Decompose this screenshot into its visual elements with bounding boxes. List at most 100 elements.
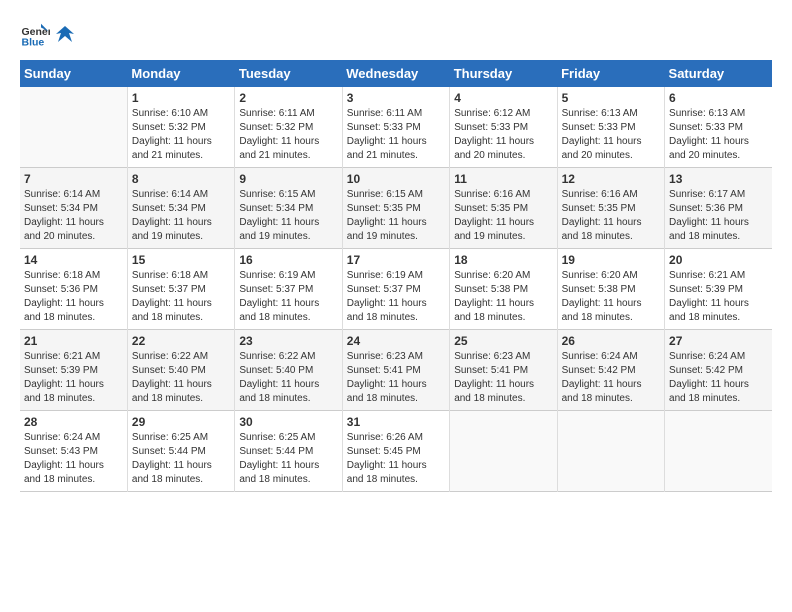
day-number: 5 xyxy=(562,91,660,105)
day-info: Sunrise: 6:15 AMSunset: 5:35 PMDaylight:… xyxy=(347,188,445,244)
day-number: 10 xyxy=(347,172,445,186)
calendar-day-cell: 11 Sunrise: 6:16 AMSunset: 5:35 PMDayligh… xyxy=(450,168,557,249)
day-number: 11 xyxy=(454,172,552,186)
calendar-day-cell: 24 Sunrise: 6:23 AMSunset: 5:41 PMDayligh… xyxy=(342,330,449,411)
day-of-week-header: Friday xyxy=(557,60,664,87)
day-info: Sunrise: 6:10 AMSunset: 5:32 PMDaylight:… xyxy=(132,107,230,163)
day-info: Sunrise: 6:19 AMSunset: 5:37 PMDaylight:… xyxy=(347,269,445,325)
calendar-day-cell: 6Sunrise: 6:13 AMSunset: 5:33 PMDaylight… xyxy=(665,87,772,168)
day-info: Sunrise: 6:26 AMSunset: 5:45 PMDaylight:… xyxy=(347,431,445,487)
calendar-day-cell: 28 Sunrise: 6:24 AMSunset: 5:43 PMDayligh… xyxy=(20,411,127,492)
day-info: Sunrise: 6:11 AMSunset: 5:33 PMDaylight:… xyxy=(347,107,445,163)
day-info: Sunrise: 6:19 AMSunset: 5:37 PMDaylight:… xyxy=(239,269,337,325)
day-info: Sunrise: 6:11 AMSunset: 5:32 PMDaylight:… xyxy=(239,107,337,163)
day-info: Sunrise: 6:23 AMSunset: 5:41 PMDaylight:… xyxy=(454,350,552,406)
calendar-day-cell xyxy=(557,411,664,492)
day-of-week-header: Thursday xyxy=(450,60,557,87)
calendar-day-cell: 27 Sunrise: 6:24 AMSunset: 5:42 PMDayligh… xyxy=(665,330,772,411)
day-info: Sunrise: 6:23 AMSunset: 5:41 PMDaylight:… xyxy=(347,350,445,406)
day-number: 8 xyxy=(132,172,230,186)
calendar-day-cell: 9 Sunrise: 6:15 AMSunset: 5:34 PMDaylight… xyxy=(235,168,342,249)
calendar-day-cell: 15Sunrise: 6:18 AMSunset: 5:37 PMDayligh… xyxy=(127,249,234,330)
day-info: Sunrise: 6:25 AMSunset: 5:44 PMDaylight:… xyxy=(132,431,230,487)
calendar-day-cell: 1 Sunrise: 6:10 AMSunset: 5:32 PMDaylight… xyxy=(127,87,234,168)
day-number: 23 xyxy=(239,334,337,348)
calendar-day-cell: 3 Sunrise: 6:11 AMSunset: 5:33 PMDaylight… xyxy=(342,87,449,168)
day-number: 13 xyxy=(669,172,768,186)
day-number: 26 xyxy=(562,334,660,348)
logo-icon: General Blue xyxy=(20,20,50,50)
day-number: 30 xyxy=(239,415,337,429)
day-number: 2 xyxy=(239,91,337,105)
day-info: Sunrise: 6:12 AMSunset: 5:33 PMDaylight:… xyxy=(454,107,552,163)
day-number: 3 xyxy=(347,91,445,105)
day-of-week-header: Monday xyxy=(127,60,234,87)
day-number: 19 xyxy=(562,253,660,267)
calendar-day-cell: 7 Sunrise: 6:14 AMSunset: 5:34 PMDaylight… xyxy=(20,168,127,249)
calendar-day-cell: 21Sunrise: 6:21 AMSunset: 5:39 PMDayligh… xyxy=(20,330,127,411)
day-number: 9 xyxy=(239,172,337,186)
calendar-day-cell: 29 Sunrise: 6:25 AMSunset: 5:44 PMDayligh… xyxy=(127,411,234,492)
calendar-day-cell: 22 Sunrise: 6:22 AMSunset: 5:40 PMDayligh… xyxy=(127,330,234,411)
day-number: 17 xyxy=(347,253,445,267)
day-number: 4 xyxy=(454,91,552,105)
day-number: 12 xyxy=(562,172,660,186)
calendar-day-cell xyxy=(665,411,772,492)
calendar-week-row: 7 Sunrise: 6:14 AMSunset: 5:34 PMDaylight… xyxy=(20,168,772,249)
calendar-day-cell: 16 Sunrise: 6:19 AMSunset: 5:37 PMDayligh… xyxy=(235,249,342,330)
day-info: Sunrise: 6:15 AMSunset: 5:34 PMDaylight:… xyxy=(239,188,337,244)
day-info: Sunrise: 6:22 AMSunset: 5:40 PMDaylight:… xyxy=(132,350,230,406)
day-number: 16 xyxy=(239,253,337,267)
day-number: 25 xyxy=(454,334,552,348)
calendar-day-cell: 20 Sunrise: 6:21 AMSunset: 5:39 PMDayligh… xyxy=(665,249,772,330)
calendar-day-cell xyxy=(450,411,557,492)
calendar-week-row: 28 Sunrise: 6:24 AMSunset: 5:43 PMDayligh… xyxy=(20,411,772,492)
day-info: Sunrise: 6:25 AMSunset: 5:44 PMDaylight:… xyxy=(239,431,337,487)
calendar-day-cell: 26 Sunrise: 6:24 AMSunset: 5:42 PMDayligh… xyxy=(557,330,664,411)
day-info: Sunrise: 6:21 AMSunset: 5:39 PMDaylight:… xyxy=(24,350,123,406)
day-number: 1 xyxy=(132,91,230,105)
day-number: 22 xyxy=(132,334,230,348)
page-header: General Blue xyxy=(20,20,772,50)
day-number: 18 xyxy=(454,253,552,267)
days-header-row: SundayMondayTuesdayWednesdayThursdayFrid… xyxy=(20,60,772,87)
day-of-week-header: Tuesday xyxy=(235,60,342,87)
day-info: Sunrise: 6:14 AMSunset: 5:34 PMDaylight:… xyxy=(24,188,123,244)
calendar-day-cell: 18 Sunrise: 6:20 AMSunset: 5:38 PMDayligh… xyxy=(450,249,557,330)
logo: General Blue xyxy=(20,20,78,50)
day-info: Sunrise: 6:16 AMSunset: 5:35 PMDaylight:… xyxy=(454,188,552,244)
day-info: Sunrise: 6:24 AMSunset: 5:43 PMDaylight:… xyxy=(24,431,123,487)
day-number: 28 xyxy=(24,415,123,429)
logo-bird-icon xyxy=(54,24,76,46)
day-number: 27 xyxy=(669,334,768,348)
day-of-week-header: Sunday xyxy=(20,60,127,87)
svg-text:Blue: Blue xyxy=(22,37,45,49)
day-info: Sunrise: 6:18 AMSunset: 5:36 PMDaylight:… xyxy=(24,269,123,325)
day-info: Sunrise: 6:24 AMSunset: 5:42 PMDaylight:… xyxy=(562,350,660,406)
day-number: 24 xyxy=(347,334,445,348)
day-number: 6 xyxy=(669,91,768,105)
calendar-week-row: 21Sunrise: 6:21 AMSunset: 5:39 PMDayligh… xyxy=(20,330,772,411)
day-info: Sunrise: 6:22 AMSunset: 5:40 PMDaylight:… xyxy=(239,350,337,406)
day-number: 7 xyxy=(24,172,123,186)
calendar-week-row: 1 Sunrise: 6:10 AMSunset: 5:32 PMDaylight… xyxy=(20,87,772,168)
calendar-day-cell: 10 Sunrise: 6:15 AMSunset: 5:35 PMDayligh… xyxy=(342,168,449,249)
day-number: 31 xyxy=(347,415,445,429)
calendar-day-cell: 31 Sunrise: 6:26 AMSunset: 5:45 PMDayligh… xyxy=(342,411,449,492)
day-info: Sunrise: 6:17 AMSunset: 5:36 PMDaylight:… xyxy=(669,188,768,244)
calendar-day-cell xyxy=(20,87,127,168)
day-number: 20 xyxy=(669,253,768,267)
calendar-week-row: 14Sunrise: 6:18 AMSunset: 5:36 PMDayligh… xyxy=(20,249,772,330)
day-info: Sunrise: 6:14 AMSunset: 5:34 PMDaylight:… xyxy=(132,188,230,244)
calendar-day-cell: 19 Sunrise: 6:20 AMSunset: 5:38 PMDayligh… xyxy=(557,249,664,330)
day-number: 29 xyxy=(132,415,230,429)
day-info: Sunrise: 6:24 AMSunset: 5:42 PMDaylight:… xyxy=(669,350,768,406)
calendar-day-cell: 14Sunrise: 6:18 AMSunset: 5:36 PMDayligh… xyxy=(20,249,127,330)
day-of-week-header: Wednesday xyxy=(342,60,449,87)
day-info: Sunrise: 6:20 AMSunset: 5:38 PMDaylight:… xyxy=(562,269,660,325)
day-info: Sunrise: 6:16 AMSunset: 5:35 PMDaylight:… xyxy=(562,188,660,244)
day-info: Sunrise: 6:21 AMSunset: 5:39 PMDaylight:… xyxy=(669,269,768,325)
day-number: 15 xyxy=(132,253,230,267)
day-info: Sunrise: 6:20 AMSunset: 5:38 PMDaylight:… xyxy=(454,269,552,325)
calendar-day-cell: 30 Sunrise: 6:25 AMSunset: 5:44 PMDayligh… xyxy=(235,411,342,492)
